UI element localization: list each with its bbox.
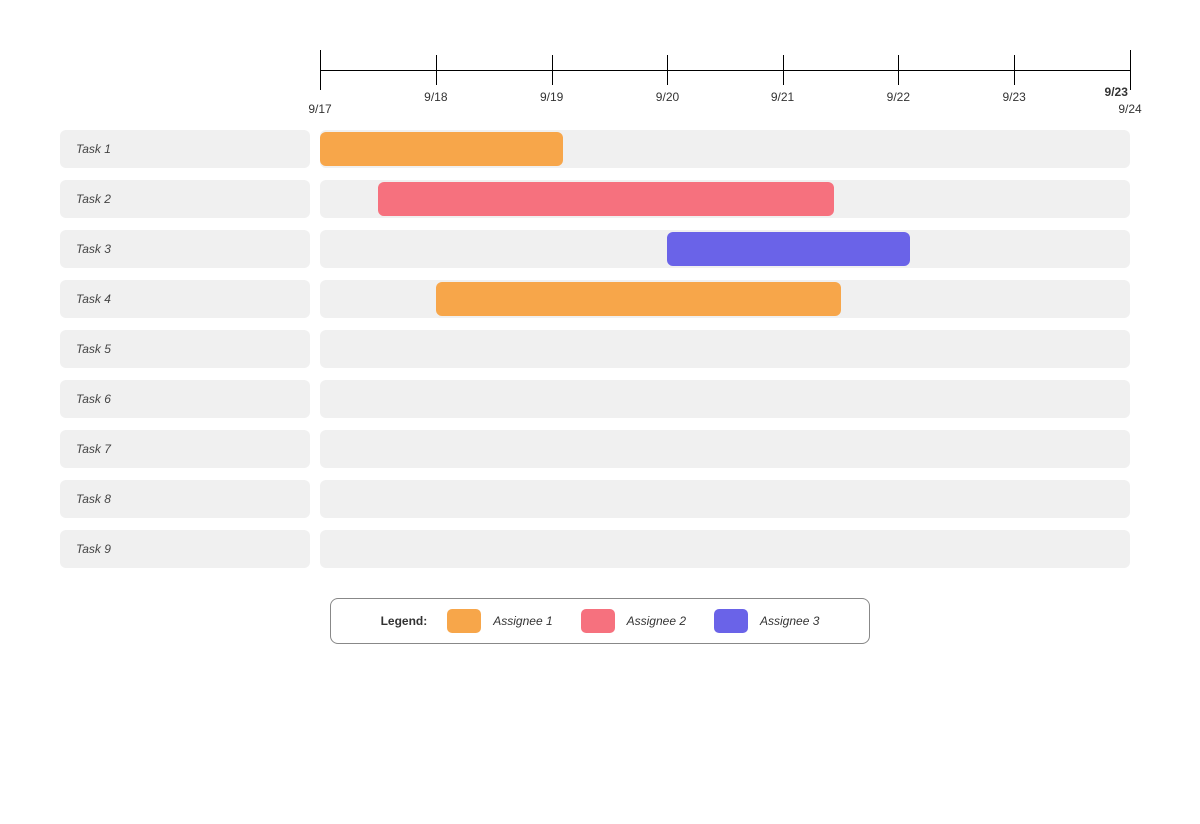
- gantt-row-track: [320, 380, 1130, 418]
- legend-items: Assignee 1 Assignee 2 Assignee 3: [447, 609, 819, 633]
- gantt-row-track: [320, 330, 1130, 368]
- gantt-bar[interactable]: [320, 132, 563, 166]
- gantt-bar[interactable]: [667, 232, 910, 266]
- gantt-bar[interactable]: [378, 182, 835, 216]
- timeline-tick-label: 9/23: [1002, 90, 1025, 104]
- legend-title: Legend:: [381, 614, 428, 628]
- gantt-row: Task 9: [60, 530, 1140, 568]
- legend-swatch: [714, 609, 748, 633]
- gantt-row-label: Task 1: [60, 130, 310, 168]
- timeline-tick-label: 9/17: [308, 102, 331, 116]
- timeline-tick: [320, 50, 321, 90]
- gantt-row-label: Task 9: [60, 530, 310, 568]
- gantt-row-label: Task 4: [60, 280, 310, 318]
- gantt-row-track: [320, 430, 1130, 468]
- timeline-extra-label: 9/23: [1105, 85, 1128, 99]
- timeline-tick: [1014, 55, 1015, 85]
- legend-swatch: [581, 609, 615, 633]
- legend-item-label: Assignee 1: [493, 614, 552, 628]
- gantt-row-label: Task 6: [60, 380, 310, 418]
- timeline-tick-label: 9/18: [424, 90, 447, 104]
- legend: Legend: Assignee 1 Assignee 2 Assignee 3: [330, 598, 870, 644]
- gantt-row: Task 6: [60, 380, 1140, 418]
- timeline-tick-label: 9/19: [540, 90, 563, 104]
- gantt-row: Task 2: [60, 180, 1140, 218]
- gantt-row-track: [320, 530, 1130, 568]
- gantt-row: Task 3: [60, 230, 1140, 268]
- gantt-row-label: Task 3: [60, 230, 310, 268]
- gantt-chart: 9/17 9/18 9/19 9/20 9/21 9/22 9/23 9/24 9/23 Tas…: [60, 40, 1140, 644]
- timeline-baseline: [320, 70, 1130, 71]
- timeline-axis: 9/179/189/199/209/219/229/239/249/23: [320, 40, 1130, 130]
- gantt-row: Task 7: [60, 430, 1140, 468]
- legend-item-label: Assignee 2: [627, 614, 686, 628]
- timeline-tick-label: 9/20: [656, 90, 679, 104]
- timeline-tick: [898, 55, 899, 85]
- gantt-row: Task 4: [60, 280, 1140, 318]
- gantt-row-label: Task 2: [60, 180, 310, 218]
- legend-item: Assignee 1: [447, 609, 552, 633]
- timeline-tick: [783, 55, 784, 85]
- gantt-row-track: [320, 230, 1130, 268]
- gantt-row-track: [320, 130, 1130, 168]
- timeline-tick-label: 9/24: [1118, 102, 1141, 116]
- gantt-row-track: [320, 280, 1130, 318]
- gantt-row-track: [320, 480, 1130, 518]
- gantt-rows: Task 1 Task 2 Task 3 Task 4 Task 5 Task 6 Task…: [60, 130, 1140, 568]
- timeline-tick: [552, 55, 553, 85]
- timeline-tick: [436, 55, 437, 85]
- legend-swatch: [447, 609, 481, 633]
- gantt-row: Task 1: [60, 130, 1140, 168]
- timeline-tick-label: 9/21: [771, 90, 794, 104]
- legend-item: Assignee 2: [581, 609, 686, 633]
- gantt-row-label: Task 8: [60, 480, 310, 518]
- timeline-tick: [1130, 50, 1131, 90]
- gantt-row-track: [320, 180, 1130, 218]
- timeline-tick: [667, 55, 668, 85]
- legend-item: Assignee 3: [714, 609, 819, 633]
- gantt-row: Task 5: [60, 330, 1140, 368]
- gantt-bar[interactable]: [436, 282, 841, 316]
- timeline-tick-label: 9/22: [887, 90, 910, 104]
- gantt-row: Task 8: [60, 480, 1140, 518]
- gantt-row-label: Task 5: [60, 330, 310, 368]
- gantt-row-label: Task 7: [60, 430, 310, 468]
- legend-item-label: Assignee 3: [760, 614, 819, 628]
